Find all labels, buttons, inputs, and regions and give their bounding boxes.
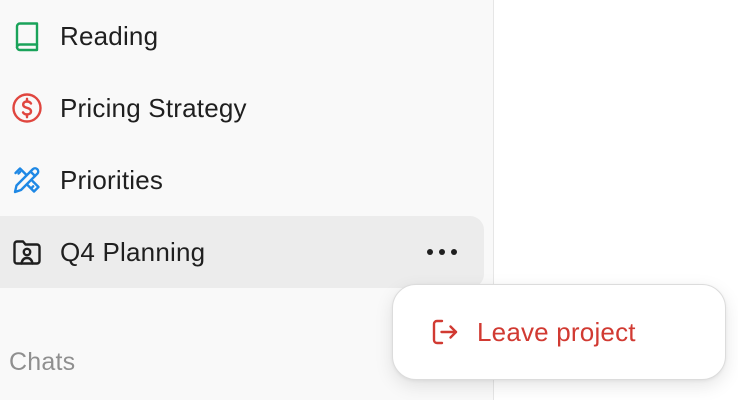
- book-icon: [10, 19, 44, 53]
- sidebar-item-reading[interactable]: Reading: [0, 0, 484, 72]
- leave-project-label: Leave project: [477, 316, 636, 347]
- sidebar-item-label: Priorities: [60, 164, 164, 195]
- project-context-menu: Leave project: [392, 284, 726, 380]
- chats-section-label: Chats: [9, 348, 76, 376]
- folder-user-icon: [10, 235, 44, 269]
- sidebar-item-label: Reading: [60, 20, 159, 51]
- dollar-circle-icon: [10, 91, 44, 125]
- sidebar-item-pricing-strategy[interactable]: Pricing Strategy: [0, 72, 484, 144]
- sidebar-item-label: Q4 Planning: [60, 236, 206, 267]
- sidebar-item-priorities[interactable]: Priorities: [0, 144, 484, 216]
- more-options-icon[interactable]: [420, 236, 464, 268]
- leave-icon: [429, 316, 461, 348]
- leave-project-button[interactable]: Leave project: [407, 297, 713, 367]
- sidebar-item-label: Pricing Strategy: [60, 92, 247, 123]
- pencil-ruler-icon: [10, 163, 44, 197]
- sidebar-item-q4-planning[interactable]: Q4 Planning: [0, 216, 484, 288]
